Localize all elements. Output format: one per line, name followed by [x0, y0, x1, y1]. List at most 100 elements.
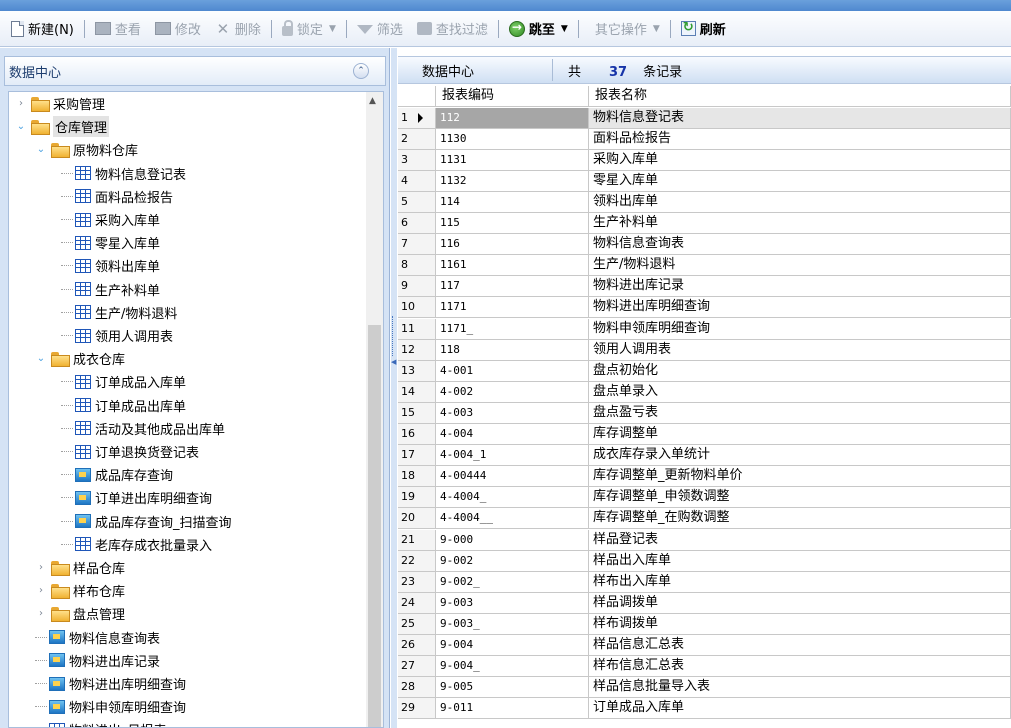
cell-report-code[interactable]: 1171_ [436, 318, 589, 340]
cell-report-code[interactable]: 112 [436, 107, 589, 129]
table-row[interactable]: 8 1161 生产/物料退料 [398, 255, 1011, 277]
tree-item[interactable]: ⌄ 原物料仓库 [35, 138, 138, 161]
cell-report-name[interactable]: 样品登记表 [589, 529, 1011, 551]
row-number-header[interactable] [398, 86, 436, 107]
expand-arrow-icon[interactable]: ⌄ [35, 353, 47, 364]
column-header-name[interactable]: 报表名称 [589, 86, 1011, 107]
table-row[interactable]: 4 1132 零星入库单 [398, 170, 1011, 192]
tree-item[interactable]: ⌄ 仓库管理 [15, 115, 110, 138]
collapse-arrow-icon[interactable]: › [35, 562, 47, 573]
cell-report-code[interactable]: 9-005 [436, 677, 589, 699]
tree-item[interactable]: 老库存成衣批量录入 [61, 533, 212, 556]
collapse-arrow-icon[interactable]: › [35, 585, 47, 596]
table-row[interactable]: 12 118 领用人调用表 [398, 339, 1011, 361]
cell-report-code[interactable]: 4-004_1 [436, 445, 589, 467]
cell-report-name[interactable]: 生产补料单 [589, 213, 1011, 234]
scroll-up-icon[interactable]: ▲ [369, 96, 376, 106]
table-row[interactable]: 13 4-001 盘点初始化 [398, 360, 1011, 382]
cell-report-name[interactable]: 物料进出库记录 [589, 276, 1011, 298]
table-row[interactable]: 21 9-000 样品登记表 [398, 529, 1011, 551]
cell-report-code[interactable]: 1161 [436, 255, 589, 277]
tree-item[interactable]: 生产补料单 [61, 278, 160, 301]
cell-report-code[interactable]: 1132 [436, 170, 589, 192]
tree-item[interactable]: 物料信息登记表 [61, 162, 186, 185]
cell-report-code[interactable]: 116 [436, 234, 589, 256]
cell-report-name[interactable]: 成衣库存录入单统计 [589, 445, 1011, 467]
table-row[interactable]: 20 4-4004__ 库存调整单_在购数调整 [398, 508, 1011, 530]
row-number[interactable]: 22 [398, 550, 436, 572]
row-number[interactable]: 27 [398, 656, 436, 678]
cell-report-code[interactable]: 9-004 [436, 635, 589, 656]
find-filter-button[interactable]: 查找过滤 [414, 17, 491, 41]
table-row[interactable]: 17 4-004_1 成衣库存录入单统计 [398, 445, 1011, 467]
delete-button[interactable]: ✕ 删除 [212, 17, 264, 41]
cell-report-name[interactable]: 库存调整单_更新物料单价 [589, 466, 1011, 488]
cell-report-name[interactable]: 盘点盈亏表 [589, 402, 1011, 424]
splitter-grip[interactable] [392, 316, 396, 356]
tree-item[interactable]: 订单成品入库单 [61, 370, 186, 393]
tree-item[interactable]: › 样布仓库 [35, 579, 125, 602]
table-row[interactable]: 7 116 物料信息查询表 [398, 234, 1011, 256]
table-row[interactable]: 3 1131 采购入库单 [398, 149, 1011, 171]
tree-item[interactable]: ⌄ 成衣仓库 [35, 347, 125, 370]
cell-report-code[interactable]: 114 [436, 191, 589, 213]
goto-button[interactable]: 跳至 ▼ [506, 17, 571, 41]
cell-report-code[interactable]: 4-4004_ [436, 487, 589, 509]
cell-report-code[interactable]: 4-002 [436, 381, 589, 403]
table-row[interactable]: 27 9-004_ 样布信息汇总表 [398, 656, 1011, 678]
panel-splitter[interactable]: ◀ [391, 48, 397, 728]
row-number[interactable]: 25 [398, 613, 436, 635]
row-number[interactable]: 21 [398, 529, 436, 551]
cell-report-code[interactable]: 9-003 [436, 592, 589, 614]
tree-item[interactable]: 生产/物料退料 [61, 301, 177, 324]
row-number[interactable]: 20 [398, 508, 436, 530]
table-row[interactable]: 18 4-00444 库存调整单_更新物料单价 [398, 466, 1011, 488]
tree-item[interactable]: 订单成品出库单 [61, 394, 186, 417]
row-number[interactable]: 15 [398, 402, 436, 424]
row-number[interactable]: 10 [398, 297, 436, 319]
expand-arrow-icon[interactable]: ⌄ [35, 144, 47, 155]
cell-report-name[interactable]: 样品出入库单 [589, 550, 1011, 572]
tree-item[interactable]: 订单进出库明细查询 [61, 486, 212, 509]
cell-report-code[interactable]: 115 [436, 213, 589, 234]
table-row[interactable]: 10 1171 物料进出库明细查询 [398, 297, 1011, 319]
cell-report-name[interactable]: 物料信息查询表 [589, 234, 1011, 256]
row-number[interactable]: 9 [398, 276, 436, 298]
tree-scrollbar[interactable]: ▲ [366, 92, 383, 727]
tree-item[interactable]: 物料申领库明细查询 [35, 695, 186, 718]
tree-item[interactable]: 领料出库单 [61, 254, 160, 277]
filter-button[interactable]: 筛选 [354, 17, 406, 41]
row-number[interactable]: 19 [398, 487, 436, 509]
table-row[interactable]: 22 9-002 样品出入库单 [398, 550, 1011, 572]
table-row[interactable]: 16 4-004 库存调整单 [398, 424, 1011, 445]
table-row[interactable]: 25 9-003_ 样布调拨单 [398, 613, 1011, 635]
goto-dropdown-arrow-icon[interactable]: ▼ [561, 24, 568, 34]
row-number[interactable]: 24 [398, 592, 436, 614]
tree-item[interactable]: 成品库存查询 [61, 463, 173, 486]
row-number[interactable]: 14 [398, 381, 436, 403]
tree-item[interactable]: › 盘点管理 [35, 602, 125, 625]
row-number[interactable]: 8 [398, 255, 436, 277]
new-button[interactable]: 新建(N) [8, 17, 77, 41]
table-row[interactable]: 14 4-002 盘点单录入 [398, 381, 1011, 403]
table-row[interactable]: 11 1171_ 物料申领库明细查询 [398, 318, 1011, 340]
cell-report-code[interactable]: 117 [436, 276, 589, 298]
cell-report-code[interactable]: 1130 [436, 128, 589, 150]
tree-scrollbar-thumb[interactable] [368, 325, 381, 727]
edit-button[interactable]: 修改 [152, 17, 204, 41]
table-row[interactable]: 9 117 物料进出库记录 [398, 276, 1011, 298]
other-actions-dropdown-arrow-icon[interactable]: ▼ [653, 24, 660, 34]
tree-item[interactable]: › 样品仓库 [35, 556, 125, 579]
tree-item[interactable]: 订单退换货登记表 [61, 440, 199, 463]
tree-item[interactable]: 活动及其他成品出库单 [61, 417, 225, 440]
table-row[interactable]: 15 4-003 盘点盈亏表 [398, 402, 1011, 424]
cell-report-name[interactable]: 面料品检报告 [589, 128, 1011, 150]
row-number[interactable]: 28 [398, 677, 436, 699]
lock-button[interactable]: 锁定 ▼ [279, 17, 339, 41]
row-number[interactable]: 12 [398, 339, 436, 361]
table-row[interactable]: 26 9-004 样品信息汇总表 [398, 635, 1011, 656]
cell-report-name[interactable]: 样布信息汇总表 [589, 656, 1011, 678]
row-number[interactable]: 17 [398, 445, 436, 467]
collapse-arrow-icon[interactable]: › [15, 98, 27, 109]
row-number[interactable]: 5 [398, 191, 436, 213]
